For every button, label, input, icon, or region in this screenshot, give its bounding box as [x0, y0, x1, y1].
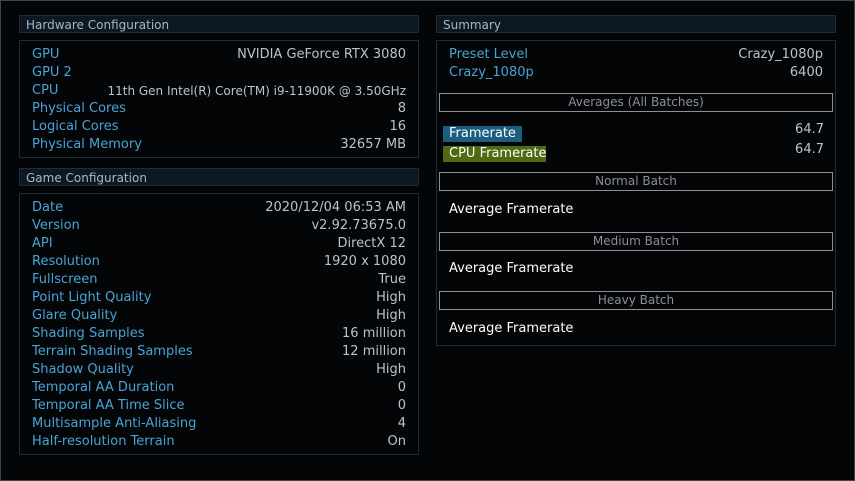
- cpu-framerate-label: CPU Framerate: [443, 146, 547, 162]
- normal-batch-header: Normal Batch: [439, 172, 833, 191]
- game-value: High: [376, 362, 406, 377]
- game-value: 0: [397, 380, 406, 395]
- medium-batch-header: Medium Batch: [439, 232, 833, 251]
- hw-value: NVIDIA GeForce RTX 3080: [237, 47, 406, 62]
- game-value: True: [378, 272, 406, 287]
- cpu-framerate-row: CPU Framerate: [443, 142, 547, 162]
- summary-label: Crazy_1080p: [449, 65, 534, 80]
- hw-label: GPU 2: [32, 65, 72, 80]
- game-label: Shadow Quality: [32, 362, 134, 377]
- framerate-value: 64.7: [795, 122, 824, 137]
- game-row-shading-samples: Shading Samples 16 million: [32, 325, 406, 343]
- game-label: Point Light Quality: [32, 290, 152, 305]
- game-row-resolution: Resolution 1920 x 1080: [32, 253, 406, 271]
- hw-row-physical-cores: Physical Cores 8: [32, 100, 406, 118]
- hw-label: Physical Cores: [32, 101, 126, 116]
- game-row-date: Date 2020/12/04 06:53 AM: [32, 199, 406, 217]
- game-row-temporal-aa-duration: Temporal AA Duration 0: [32, 379, 406, 397]
- game-value: 4: [397, 416, 406, 431]
- hw-value: 11th Gen Intel(R) Core(TM) i9-11900K @ 3…: [107, 84, 406, 98]
- framerate-row: Framerate: [443, 122, 522, 142]
- hardware-config-panel: GPU NVIDIA GeForce RTX 3080 GPU 2 CPU 11…: [19, 40, 419, 158]
- hw-row-logical-cores: Logical Cores 16: [32, 118, 406, 136]
- hw-value: 16: [389, 119, 406, 134]
- game-label: Half-resolution Terrain: [32, 434, 175, 449]
- game-row-api: API DirectX 12: [32, 235, 406, 253]
- hw-value: 8: [397, 101, 406, 116]
- game-row-temporal-aa-time-slice: Temporal AA Time Slice 0: [32, 397, 406, 415]
- game-value: 0: [397, 398, 406, 413]
- game-label: Shading Samples: [32, 326, 145, 341]
- game-row-point-light-quality: Point Light Quality High: [32, 289, 406, 307]
- game-label: Fullscreen: [32, 272, 98, 287]
- game-row-msaa: Multisample Anti-Aliasing 4: [32, 415, 406, 433]
- game-value: DirectX 12: [337, 236, 406, 251]
- hw-row-gpu: GPU NVIDIA GeForce RTX 3080: [32, 46, 406, 64]
- game-value: v2.92.73675.0: [311, 218, 406, 233]
- summary-value: Crazy_1080p: [738, 47, 823, 62]
- game-row-terrain-shading-samples: Terrain Shading Samples 12 million: [32, 343, 406, 361]
- game-label: Date: [32, 200, 64, 215]
- hw-row-physical-memory: Physical Memory 32657 MB: [32, 136, 406, 154]
- medium-batch-average-framerate: Average Framerate: [449, 261, 574, 276]
- game-value: 16 million: [342, 326, 406, 341]
- hw-label: Logical Cores: [32, 119, 119, 134]
- game-row-glare-quality: Glare Quality High: [32, 307, 406, 325]
- game-value: On: [387, 434, 406, 449]
- hw-label: GPU: [32, 47, 60, 62]
- game-label: Glare Quality: [32, 308, 118, 323]
- game-row-fullscreen: Fullscreen True: [32, 271, 406, 289]
- game-label: Resolution: [32, 254, 100, 269]
- game-value: 12 million: [342, 344, 406, 359]
- summary-label: Preset Level: [449, 47, 528, 62]
- game-label: Version: [32, 218, 80, 233]
- summary-header: Summary: [436, 15, 836, 33]
- hw-row-cpu: CPU 11th Gen Intel(R) Core(TM) i9-11900K…: [32, 82, 406, 100]
- game-value: 2020/12/04 06:53 AM: [265, 200, 406, 215]
- game-value: High: [376, 308, 406, 323]
- game-value: High: [376, 290, 406, 305]
- game-row-version: Version v2.92.73675.0: [32, 217, 406, 235]
- game-label: Terrain Shading Samples: [32, 344, 193, 359]
- game-label: Multisample Anti-Aliasing: [32, 416, 197, 431]
- game-label: API: [32, 236, 53, 251]
- game-config-header: Game Configuration: [19, 168, 419, 186]
- normal-batch-average-framerate: Average Framerate: [449, 202, 574, 217]
- cpu-framerate-value: 64.7: [795, 142, 824, 157]
- hw-value: 32657 MB: [340, 137, 406, 152]
- summary-row-score: Crazy_1080p 6400: [449, 64, 823, 82]
- game-row-half-res-terrain: Half-resolution Terrain On: [32, 433, 406, 451]
- heavy-batch-average-framerate: Average Framerate: [449, 321, 574, 336]
- game-value: 1920 x 1080: [323, 254, 406, 269]
- game-config-panel: Date 2020/12/04 06:53 AM Version v2.92.7…: [19, 193, 419, 455]
- game-label: Temporal AA Time Slice: [32, 398, 185, 413]
- hw-row-gpu2: GPU 2: [32, 64, 406, 82]
- hw-label: CPU: [32, 83, 59, 98]
- hw-label: Physical Memory: [32, 137, 142, 152]
- averages-all-batches-header: Averages (All Batches): [439, 93, 833, 112]
- heavy-batch-header: Heavy Batch: [439, 291, 833, 310]
- game-row-shadow-quality: Shadow Quality High: [32, 361, 406, 379]
- summary-value: 6400: [789, 65, 823, 80]
- framerate-label: Framerate: [443, 126, 522, 142]
- game-label: Temporal AA Duration: [32, 380, 175, 395]
- hardware-config-header: Hardware Configuration: [19, 15, 419, 33]
- summary-row-preset-level: Preset Level Crazy_1080p: [449, 46, 823, 64]
